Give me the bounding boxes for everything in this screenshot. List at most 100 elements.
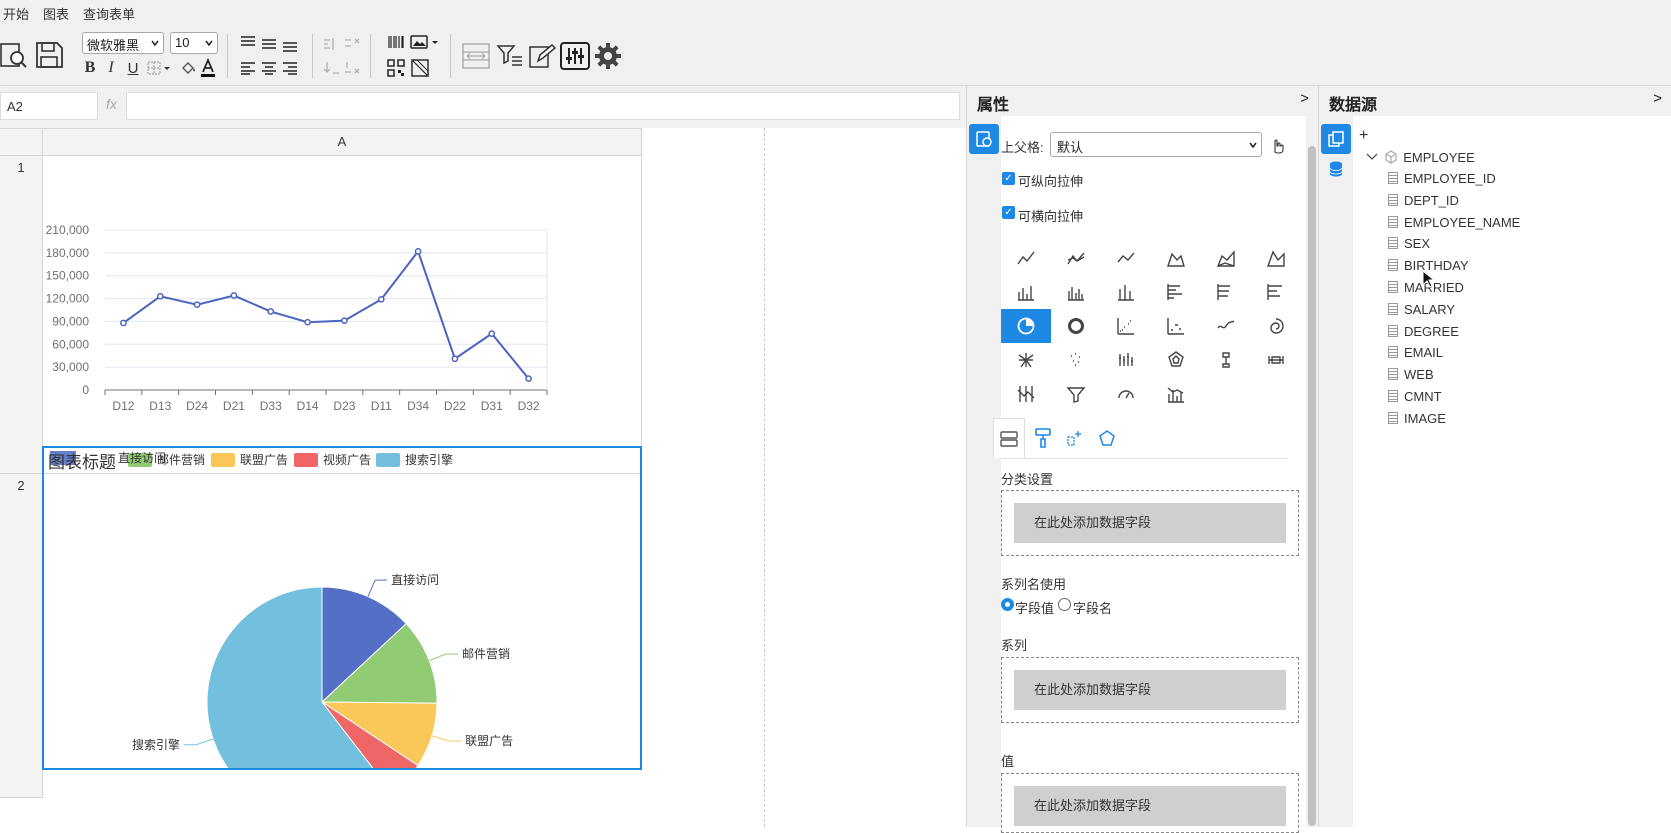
style-brush-icon[interactable]: [1027, 418, 1059, 458]
funnel-chart-type-icon[interactable]: [1051, 377, 1101, 411]
row-header-1[interactable]: 1: [0, 156, 43, 474]
align-bottom-icon[interactable]: [280, 36, 300, 56]
corner-cell[interactable]: [0, 128, 43, 156]
border-icon[interactable]: [146, 58, 174, 78]
italic-icon[interactable]: I: [101, 58, 121, 78]
field-item[interactable]: WEB: [1388, 367, 1434, 382]
pointer-hand-icon[interactable]: [1267, 136, 1287, 156]
bubble-chart-type-icon[interactable]: [1151, 309, 1201, 343]
cell-reference-input[interactable]: A2: [0, 92, 98, 120]
radar-chart-type-icon[interactable]: [1151, 343, 1201, 377]
gear-icon[interactable]: [594, 42, 622, 70]
delete-row-icon[interactable]: [342, 58, 362, 78]
boxplot-chart-type-icon[interactable]: [1201, 343, 1251, 377]
align-top-icon[interactable]: [238, 32, 258, 52]
scrollbar-thumb[interactable]: [1308, 146, 1316, 826]
percent-area-chart-type-icon[interactable]: [1251, 241, 1301, 275]
tab-chart[interactable]: 图表: [43, 4, 69, 23]
radio-field-value[interactable]: [1001, 598, 1014, 611]
data-filter-icon[interactable]: [496, 42, 524, 70]
font-family-select[interactable]: 微软雅黑: [82, 32, 164, 54]
donut-chart-type-icon[interactable]: [1051, 309, 1101, 343]
stacked-area-chart-type-icon[interactable]: [1201, 241, 1251, 275]
save-icon[interactable]: [34, 40, 64, 70]
database-icon[interactable]: [1321, 154, 1351, 184]
align-left-icon[interactable]: [238, 58, 258, 78]
sliders-icon[interactable]: [560, 42, 590, 70]
field-item[interactable]: IMAGE: [1388, 411, 1446, 426]
multi-line-chart-type-icon[interactable]: [1051, 241, 1101, 275]
collapse-properties-button[interactable]: >: [1300, 90, 1309, 107]
cluster-chart-type-icon[interactable]: [1051, 343, 1101, 377]
value-dropzone[interactable]: 在此处添加数据字段: [1001, 773, 1299, 833]
candlestick-chart-type-icon[interactable]: [1101, 343, 1151, 377]
align-right-icon[interactable]: [280, 58, 300, 78]
clustered-column-chart-type-icon[interactable]: [1051, 275, 1101, 309]
add-value-field-button[interactable]: 在此处添加数据字段: [1014, 786, 1286, 826]
add-series-field-button[interactable]: 在此处添加数据字段: [1014, 670, 1286, 710]
category-dropzone[interactable]: 在此处添加数据字段: [1001, 490, 1299, 556]
barcode-icon[interactable]: [386, 32, 406, 52]
bold-icon[interactable]: B: [80, 58, 100, 78]
tab-query-form[interactable]: 查询表单: [83, 4, 135, 23]
radial-chart-type-icon[interactable]: [1001, 343, 1051, 377]
effects-icon[interactable]: [1059, 418, 1091, 458]
align-center-icon[interactable]: [259, 58, 279, 78]
field-item[interactable]: EMAIL: [1388, 345, 1443, 360]
align-middle-icon[interactable]: [259, 34, 279, 54]
unmerge-cells-icon[interactable]: [342, 34, 362, 54]
field-item[interactable]: DEGREE: [1388, 324, 1459, 339]
font-size-select[interactable]: 10: [170, 32, 218, 54]
field-item[interactable]: EMPLOYEE_NAME: [1388, 215, 1520, 230]
image-icon[interactable]: [410, 32, 440, 52]
column-header-a[interactable]: A: [42, 128, 642, 156]
font-color-icon[interactable]: [198, 58, 218, 78]
series-dropzone[interactable]: 在此处添加数据字段: [1001, 657, 1299, 723]
dataset-copy-icon[interactable]: [1321, 124, 1351, 154]
chart-properties-icon[interactable]: [969, 124, 999, 154]
field-item[interactable]: EMPLOYEE_ID: [1388, 171, 1496, 186]
rose-chart-type-icon[interactable]: [1251, 309, 1301, 343]
fill-color-icon[interactable]: [178, 58, 198, 78]
merge-cells-icon[interactable]: [322, 34, 342, 54]
column-width-icon[interactable]: [462, 42, 490, 70]
pie-chart[interactable]: 邮件营销联盟广告视频广告搜索引擎 直接访问 图表标题 直接访问邮件营销联盟广告视…: [44, 448, 640, 768]
shape-pentagon-icon[interactable]: [1091, 418, 1123, 458]
column-chart-type-icon[interactable]: [1001, 275, 1051, 309]
dumbbell-chart-type-icon[interactable]: [1251, 343, 1301, 377]
data-settings-icon[interactable]: [993, 418, 1025, 458]
field-item[interactable]: SEX: [1388, 236, 1430, 251]
pie-chart-type-icon[interactable]: [1001, 309, 1051, 343]
insert-row-icon[interactable]: [322, 58, 342, 78]
radio-field-name[interactable]: [1058, 598, 1071, 611]
qrcode-icon[interactable]: [386, 58, 406, 78]
formula-input[interactable]: [126, 92, 960, 120]
field-item[interactable]: DEPT_ID: [1388, 193, 1459, 208]
gauge-chart-type-icon[interactable]: [1101, 377, 1151, 411]
preview-icon[interactable]: [0, 40, 28, 70]
stacked-bar-chart-type-icon[interactable]: [1201, 275, 1251, 309]
percent-bar-chart-type-icon[interactable]: [1251, 275, 1301, 309]
field-item[interactable]: CMNT: [1388, 389, 1442, 404]
tree-node-employee[interactable]: EMPLOYEE: [1366, 150, 1475, 165]
combo-chart-type-icon[interactable]: [1151, 377, 1201, 411]
underline-icon[interactable]: U: [123, 58, 143, 78]
field-item[interactable]: SALARY: [1388, 302, 1455, 317]
stretch-horizontal-checkbox[interactable]: ✓: [1002, 206, 1015, 219]
stacked-column-chart-type-icon[interactable]: [1101, 275, 1151, 309]
line-chart-type-icon[interactable]: [1001, 241, 1051, 275]
step-line-chart-type-icon[interactable]: [1101, 241, 1151, 275]
stretch-vertical-checkbox[interactable]: ✓: [1002, 172, 1015, 185]
area-chart-type-icon[interactable]: [1151, 241, 1201, 275]
bar-chart-type-icon[interactable]: [1151, 275, 1201, 309]
edit-icon[interactable]: [528, 42, 556, 70]
scatter-chart-type-icon[interactable]: [1101, 309, 1151, 343]
properties-scrollbar[interactable]: [1306, 116, 1318, 827]
collapse-datasource-button[interactable]: >: [1653, 90, 1662, 107]
parent-cell-select[interactable]: 默认: [1050, 132, 1262, 157]
parallel-chart-type-icon[interactable]: [1001, 377, 1051, 411]
line-chart[interactable]: 210,000 180,000 150,000 120,000 90,000 60,000…: [43, 156, 641, 474]
chevron-down-icon[interactable]: [1366, 152, 1378, 162]
row-header-2[interactable]: 2: [0, 474, 43, 798]
add-dataset-button[interactable]: +: [1359, 127, 1368, 145]
